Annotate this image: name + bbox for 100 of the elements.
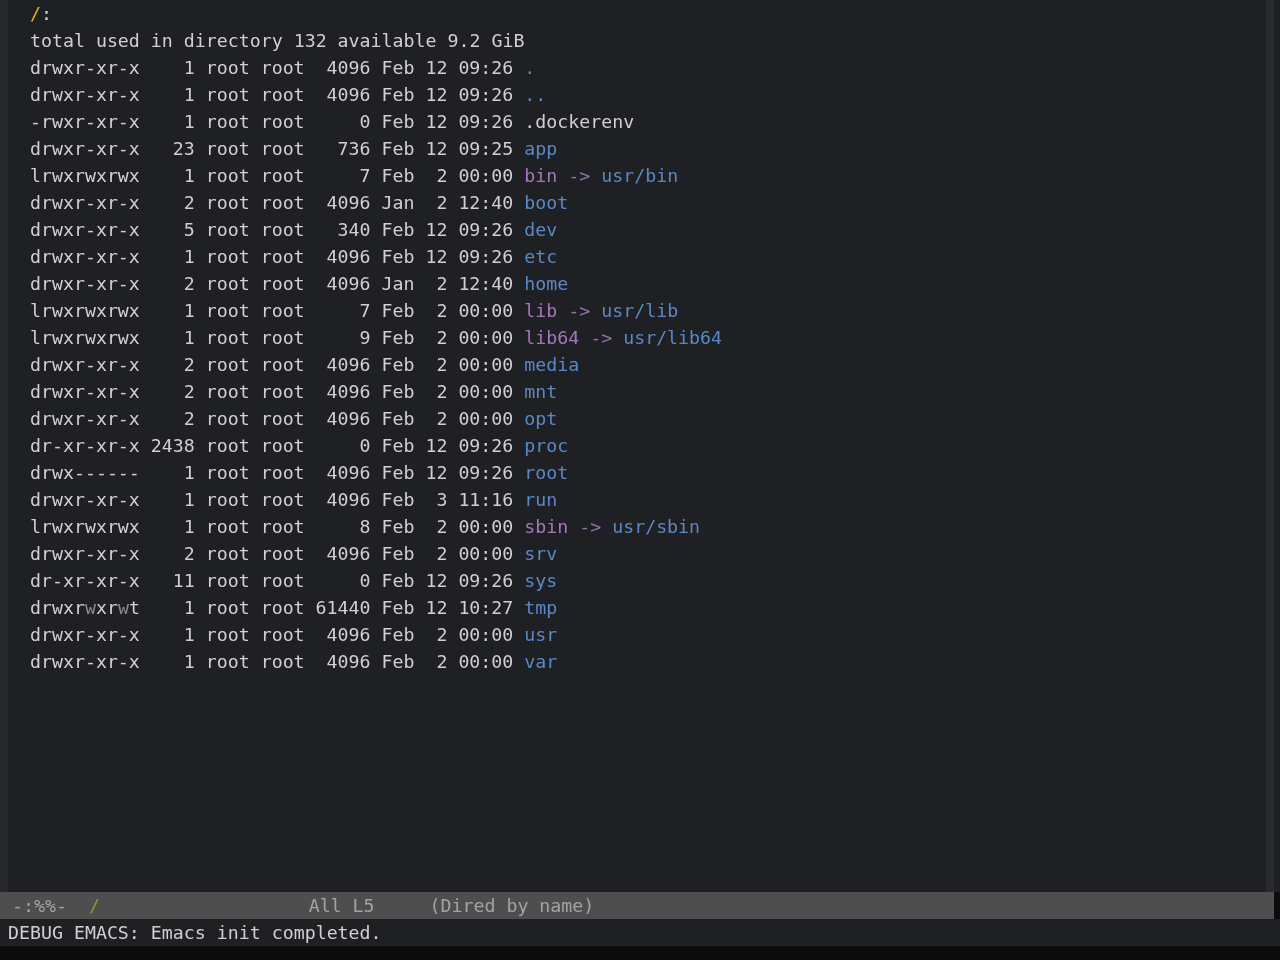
permissions-text: drwxr-xr-x [29, 83, 140, 107]
group-name: root [260, 299, 305, 323]
group-name: root [260, 272, 305, 296]
file-size: 4096 [325, 407, 371, 431]
owner-name: root [205, 245, 250, 269]
file-name[interactable]: home [524, 270, 569, 297]
time-text: 00:00 [458, 299, 514, 323]
time-text: 00:00 [458, 326, 514, 350]
group-name: root [260, 488, 305, 512]
link-count: 2 [182, 380, 195, 404]
link-target[interactable]: usr/sbin [612, 513, 701, 540]
day-text: 12 [425, 596, 448, 620]
day-text: 12 [425, 245, 448, 269]
file-name[interactable]: usr [524, 621, 558, 648]
file-name[interactable]: opt [524, 405, 558, 432]
permissions-text: drwx------ [29, 461, 140, 485]
file-name[interactable]: lib64 [524, 324, 580, 351]
file-name[interactable]: .dockerenv [524, 108, 635, 135]
file-size: 4096 [325, 380, 371, 404]
time-text: 00:00 [458, 650, 514, 674]
file-name[interactable]: . [524, 54, 536, 81]
link-count: 2438 [150, 434, 195, 458]
owner-name: root [205, 218, 250, 242]
permissions-text: drwxrwxrwt [29, 596, 140, 620]
month-text: Feb [381, 434, 415, 458]
file-size: 7 [358, 164, 371, 188]
file-name[interactable]: dev [524, 216, 558, 243]
file-name[interactable]: boot [524, 189, 569, 216]
time-text: 09:26 [458, 434, 514, 458]
month-text: Feb [381, 461, 415, 485]
permissions-text: drwxr-xr-x [29, 191, 140, 215]
link-count: 2 [182, 542, 195, 566]
owner-name: root [205, 596, 250, 620]
day-text: 2 [435, 407, 448, 431]
owner-name: root [205, 353, 250, 377]
file-name[interactable]: .. [524, 81, 547, 108]
file-name[interactable]: bin [524, 162, 558, 189]
owner-name: root [205, 299, 250, 323]
file-size: 4096 [325, 191, 371, 215]
permissions-text: lrwxrwxrwx [29, 515, 140, 539]
file-name[interactable]: sys [524, 567, 558, 594]
link-target[interactable]: usr/bin [601, 162, 679, 189]
month-text: Feb [381, 488, 415, 512]
permissions-text: lrwxrwxrwx [29, 326, 140, 350]
owner-name: root [205, 407, 250, 431]
file-name[interactable]: app [524, 135, 558, 162]
permissions-text: drwxr-xr-x [29, 380, 140, 404]
day-text: 12 [425, 434, 448, 458]
buffer-name: / [88, 895, 100, 916]
link-count: 5 [182, 218, 195, 242]
file-name[interactable]: proc [524, 432, 569, 459]
permissions-text: drwxr-xr-x [29, 218, 140, 242]
day-text: 2 [435, 623, 448, 647]
time-text: 12:40 [458, 272, 514, 296]
link-count: 1 [182, 110, 195, 134]
file-name[interactable]: srv [524, 540, 558, 567]
month-text: Feb [381, 137, 415, 161]
file-name[interactable]: root [524, 459, 569, 486]
time-text: 00:00 [458, 353, 514, 377]
permissions-text: dr-xr-xr-x [29, 569, 140, 593]
file-size: 4096 [325, 83, 371, 107]
permissions-text: drwxr-xr-x [29, 623, 140, 647]
file-name[interactable]: etc [524, 243, 558, 270]
owner-name: root [205, 461, 250, 485]
file-name[interactable]: sbin [524, 513, 569, 540]
summary-text: total used in directory 132 available 9.2 GiB [29, 29, 525, 53]
month-text: Feb [381, 569, 415, 593]
day-text: 12 [425, 569, 448, 593]
time-text: 12:40 [458, 191, 514, 215]
owner-name: root [205, 569, 250, 593]
file-name[interactable]: lib [524, 297, 558, 324]
day-text: 12 [425, 461, 448, 485]
link-count: 2 [182, 407, 195, 431]
file-size: 0 [358, 110, 371, 134]
group-name: root [260, 515, 305, 539]
file-name[interactable]: var [524, 648, 558, 675]
file-size: 4096 [325, 461, 371, 485]
file-size: 4096 [325, 353, 371, 377]
time-text: 09:25 [458, 137, 514, 161]
link-count: 1 [182, 299, 195, 323]
major-mode: (Dired by name) [429, 895, 595, 916]
file-name[interactable]: run [524, 486, 558, 513]
link-arrow: -> [579, 515, 602, 539]
link-arrow: -> [568, 299, 591, 323]
link-target[interactable]: usr/lib64 [623, 324, 723, 351]
day-text: 12 [425, 218, 448, 242]
link-target[interactable]: usr/lib [601, 297, 679, 324]
file-name[interactable]: tmp [524, 594, 558, 621]
time-text: 00:00 [458, 623, 514, 647]
month-text: Feb [381, 407, 415, 431]
file-name[interactable]: mnt [524, 378, 558, 405]
group-name: root [260, 137, 305, 161]
group-name: root [260, 596, 305, 620]
month-text: Feb [381, 110, 415, 134]
day-text: 2 [435, 164, 448, 188]
file-name[interactable]: media [524, 351, 580, 378]
group-name: root [260, 218, 305, 242]
owner-name: root [205, 137, 250, 161]
link-count: 1 [182, 488, 195, 512]
file-size: 9 [358, 326, 371, 350]
